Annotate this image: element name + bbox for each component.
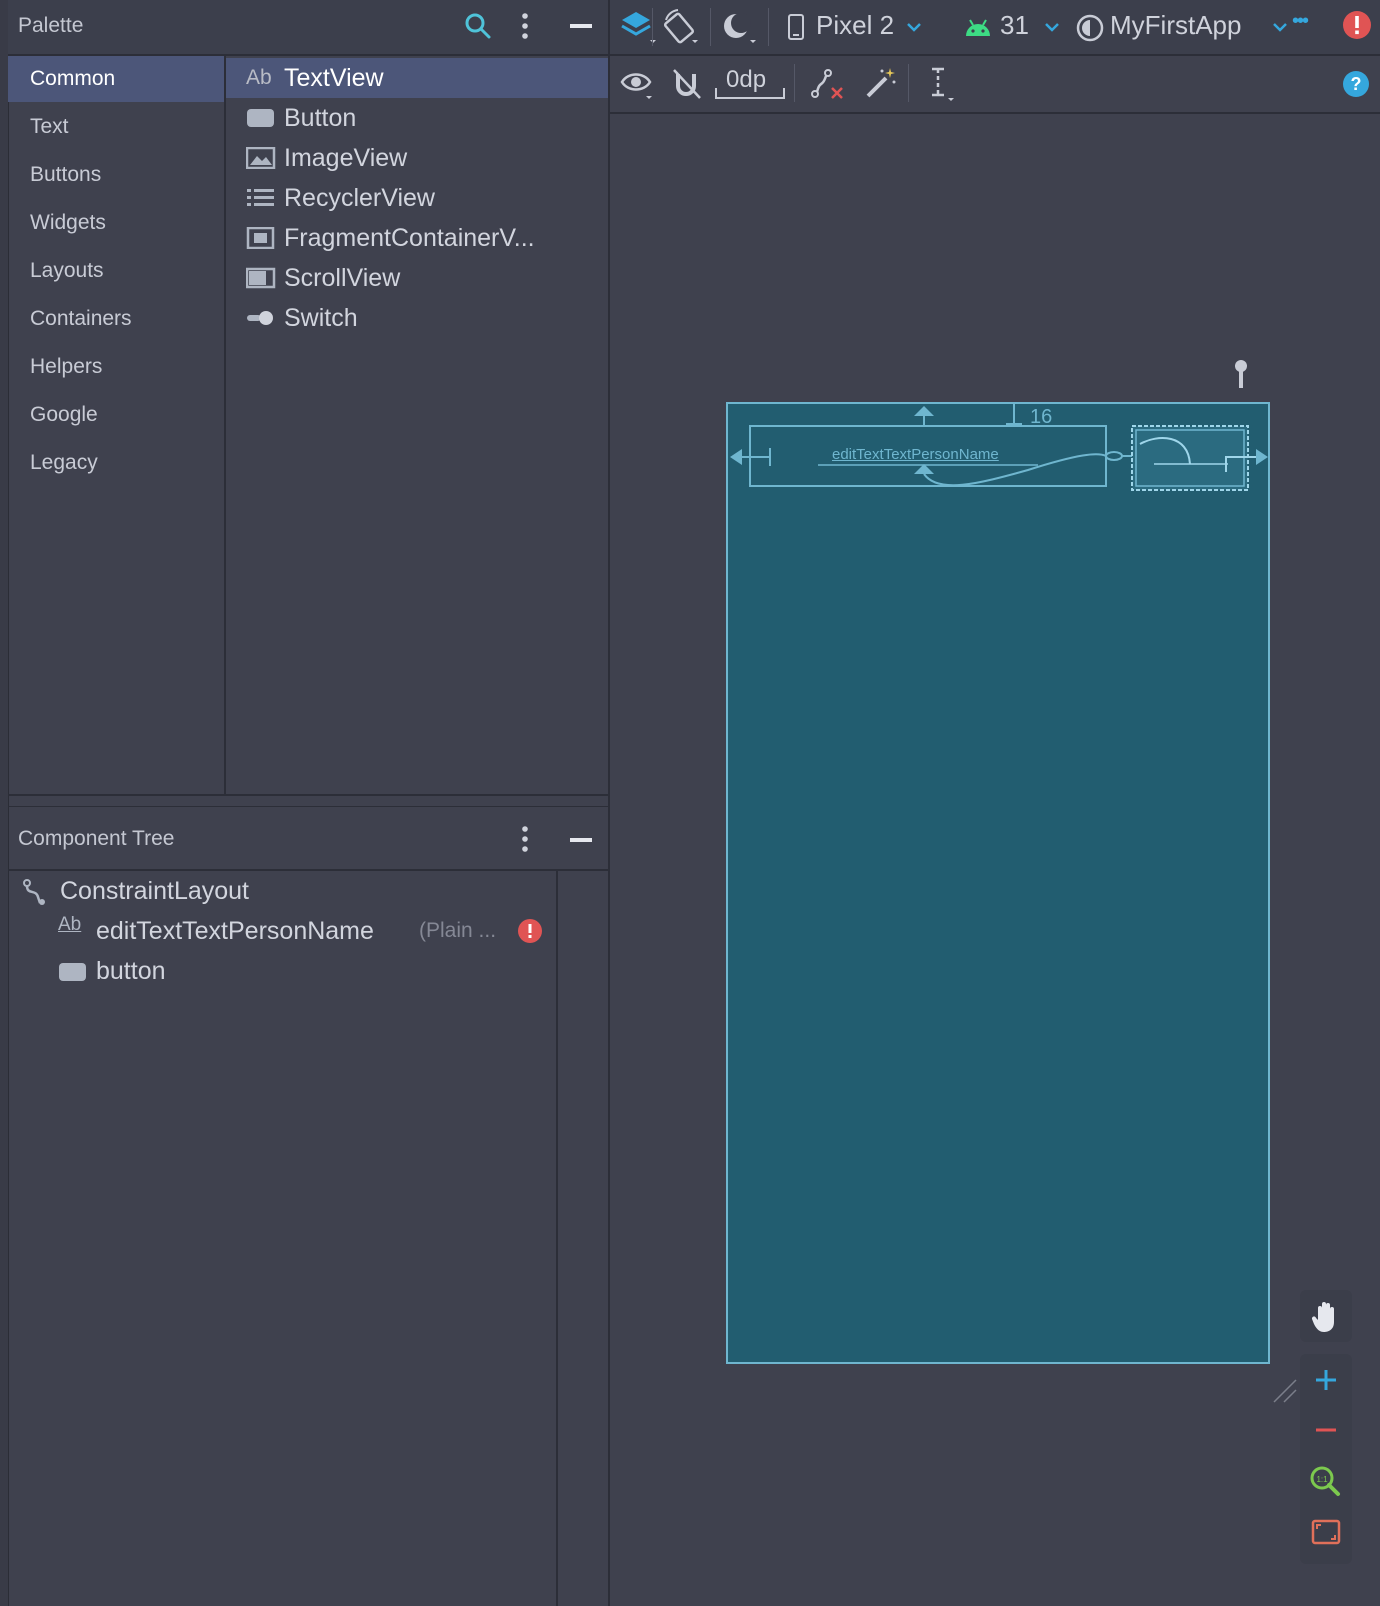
- tree-node-label: ConstraintLayout: [60, 877, 250, 905]
- palette-item-label: RecyclerView: [284, 184, 435, 212]
- theme-icon: [1076, 14, 1104, 42]
- clear-constraints-icon[interactable]: [810, 68, 848, 102]
- orientation-icon[interactable]: [662, 8, 702, 46]
- category-widgets[interactable]: Widgets: [8, 200, 224, 246]
- error-icon[interactable]: [518, 919, 542, 943]
- tree-node-hint: (Plain ...: [419, 919, 497, 942]
- category-legacy[interactable]: Legacy: [8, 440, 224, 486]
- toolbar-separator: [652, 8, 653, 46]
- category-google[interactable]: Google: [8, 392, 224, 438]
- zoom-buttons-group: 1:1: [1300, 1354, 1352, 1564]
- palette-item-label: ScrollView: [284, 264, 401, 292]
- chevron-down-icon: [1045, 23, 1059, 32]
- view-options-icon[interactable]: [620, 68, 656, 102]
- category-containers[interactable]: Containers: [8, 296, 224, 342]
- palette-item-button[interactable]: Button: [226, 98, 608, 138]
- design-toolbar-secondary: 0dp ?: [610, 56, 1380, 114]
- error-indicator-icon[interactable]: [1342, 10, 1372, 40]
- component-tree-column-divider: [556, 870, 558, 1606]
- textview-icon: Ab: [246, 66, 272, 89]
- palette-item-scrollview[interactable]: ScrollView: [226, 258, 608, 298]
- svg-text:1:1: 1:1: [1316, 1475, 1328, 1484]
- category-text[interactable]: Text: [8, 104, 224, 150]
- margin-label: 16: [1030, 406, 1053, 428]
- palette-item-label: ImageView: [284, 144, 408, 172]
- button-icon: [246, 107, 276, 129]
- palette-item-textview[interactable]: Ab TextView: [226, 58, 608, 98]
- zoom-controls: 1:1: [1300, 1290, 1352, 1564]
- category-layouts[interactable]: Layouts: [8, 248, 224, 294]
- canvas-resize-corner-icon[interactable]: [1272, 1378, 1298, 1404]
- switch-icon: [246, 307, 276, 329]
- toolbar-separator: [794, 64, 795, 102]
- button-icon: [58, 961, 88, 983]
- palette-item-label: Switch: [284, 304, 358, 332]
- recyclerview-icon: [246, 187, 276, 209]
- device-resize-handle-icon[interactable]: [1230, 358, 1252, 390]
- android-icon: [966, 19, 990, 36]
- search-icon[interactable]: [464, 12, 492, 40]
- palette-title: Palette: [18, 14, 84, 37]
- design-toolbar-top: Pixel 2 31 MyFirstApp •••: [610, 0, 1380, 56]
- theme-name: MyFirstApp: [1110, 10, 1242, 40]
- palette-item-recyclerview[interactable]: RecyclerView: [226, 178, 608, 218]
- palette-item-label: Button: [284, 104, 357, 132]
- edittext-blueprint-label: editTextTextPersonName: [832, 446, 999, 463]
- category-helpers[interactable]: Helpers: [8, 344, 224, 390]
- minimize-icon[interactable]: [570, 838, 592, 842]
- zoom-actual-size-icon[interactable]: 1:1: [1300, 1456, 1352, 1506]
- palette-item-fragmentcontainerview[interactable]: FragmentContainerV...: [226, 218, 608, 258]
- minimize-icon[interactable]: [570, 24, 592, 28]
- more-options-icon[interactable]: [520, 825, 530, 853]
- component-tree-title: Component Tree: [18, 827, 175, 850]
- more-options-icon[interactable]: [520, 12, 530, 40]
- palette-item-imageview[interactable]: ImageView: [226, 138, 608, 178]
- device-blueprint[interactable]: 16 editTextTextPersonName: [726, 402, 1270, 1364]
- palette-category-list: Common Text Buttons Widgets Layouts Cont…: [8, 56, 226, 794]
- infer-constraints-icon[interactable]: [864, 66, 898, 100]
- edittext-icon: Ab: [58, 914, 82, 935]
- more-actions-icon[interactable]: •••: [1292, 10, 1309, 33]
- category-buttons[interactable]: Buttons: [8, 152, 224, 198]
- toolbar-separator: [710, 8, 711, 46]
- toolbar-separator: [908, 64, 909, 102]
- zoom-out-icon[interactable]: [1300, 1406, 1352, 1454]
- chevron-down-icon: [907, 23, 921, 32]
- device-name: Pixel 2: [816, 10, 895, 40]
- api-level: 31: [1000, 10, 1029, 40]
- constraint-layout-icon: [22, 879, 52, 905]
- chevron-down-icon: [1273, 23, 1287, 32]
- guidelines-icon[interactable]: [926, 66, 960, 102]
- scrollview-icon: [246, 267, 276, 289]
- toolbar-separator: [768, 8, 769, 46]
- pan-hand-icon[interactable]: [1300, 1290, 1352, 1342]
- palette-item-switch[interactable]: Switch: [226, 298, 608, 338]
- svg-text:?: ?: [1351, 74, 1362, 94]
- night-mode-icon[interactable]: [720, 10, 760, 46]
- layers-icon[interactable]: [620, 10, 660, 46]
- palette-header: Palette: [8, 0, 608, 56]
- fragment-container-icon: [246, 227, 276, 249]
- zoom-in-icon[interactable]: [1300, 1356, 1352, 1404]
- zoom-to-fit-icon[interactable]: [1300, 1508, 1352, 1558]
- autoconnect-magnet-icon[interactable]: [670, 68, 704, 100]
- component-tree-header: Component Tree: [8, 806, 608, 871]
- tree-node-label: button: [96, 957, 166, 985]
- tree-node-edittext[interactable]: Ab editTextTextPersonName (Plain ...: [56, 911, 546, 951]
- imageview-icon: [246, 147, 276, 169]
- palette-item-label: TextView: [284, 64, 384, 92]
- panel-divider[interactable]: [8, 794, 608, 796]
- help-icon[interactable]: ?: [1342, 70, 1370, 98]
- palette-item-label: FragmentContainerV...: [284, 224, 535, 252]
- tree-node-label: editTextTextPersonName: [96, 917, 374, 945]
- category-common[interactable]: Common: [8, 56, 224, 102]
